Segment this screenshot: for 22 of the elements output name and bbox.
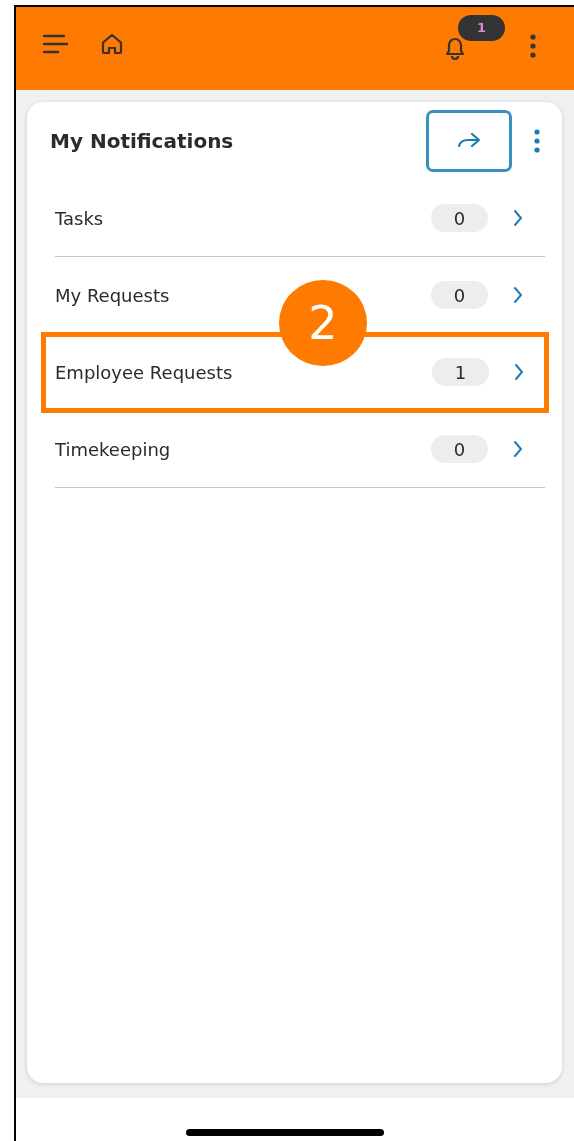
forward-button[interactable] bbox=[426, 110, 512, 172]
row-label: My Requests bbox=[55, 284, 171, 306]
count-pill: 1 bbox=[432, 358, 489, 386]
chevron-icon bbox=[513, 209, 523, 227]
chevron-icon bbox=[513, 286, 523, 304]
notification-row[interactable]: Tasks 0 bbox=[43, 180, 546, 257]
step-callout: 2 bbox=[279, 280, 367, 366]
notification-badge: 1 bbox=[458, 14, 505, 41]
row-label: Employee Requests bbox=[55, 361, 234, 383]
more-icon[interactable] bbox=[530, 33, 536, 58]
card-title: My Notifications bbox=[50, 129, 235, 153]
menu-icon[interactable] bbox=[42, 32, 68, 55]
chevron-icon bbox=[513, 440, 523, 458]
count-pill: 0 bbox=[431, 435, 488, 463]
row-label: Timekeeping bbox=[55, 438, 172, 460]
notification-row[interactable]: Timekeeping 0 bbox=[43, 411, 546, 488]
more-icon[interactable] bbox=[534, 128, 540, 154]
count-pill: 0 bbox=[431, 204, 488, 232]
chevron-icon bbox=[514, 363, 524, 381]
row-label: Tasks bbox=[55, 207, 105, 229]
count-pill: 0 bbox=[431, 281, 488, 309]
home-icon[interactable] bbox=[100, 31, 124, 56]
